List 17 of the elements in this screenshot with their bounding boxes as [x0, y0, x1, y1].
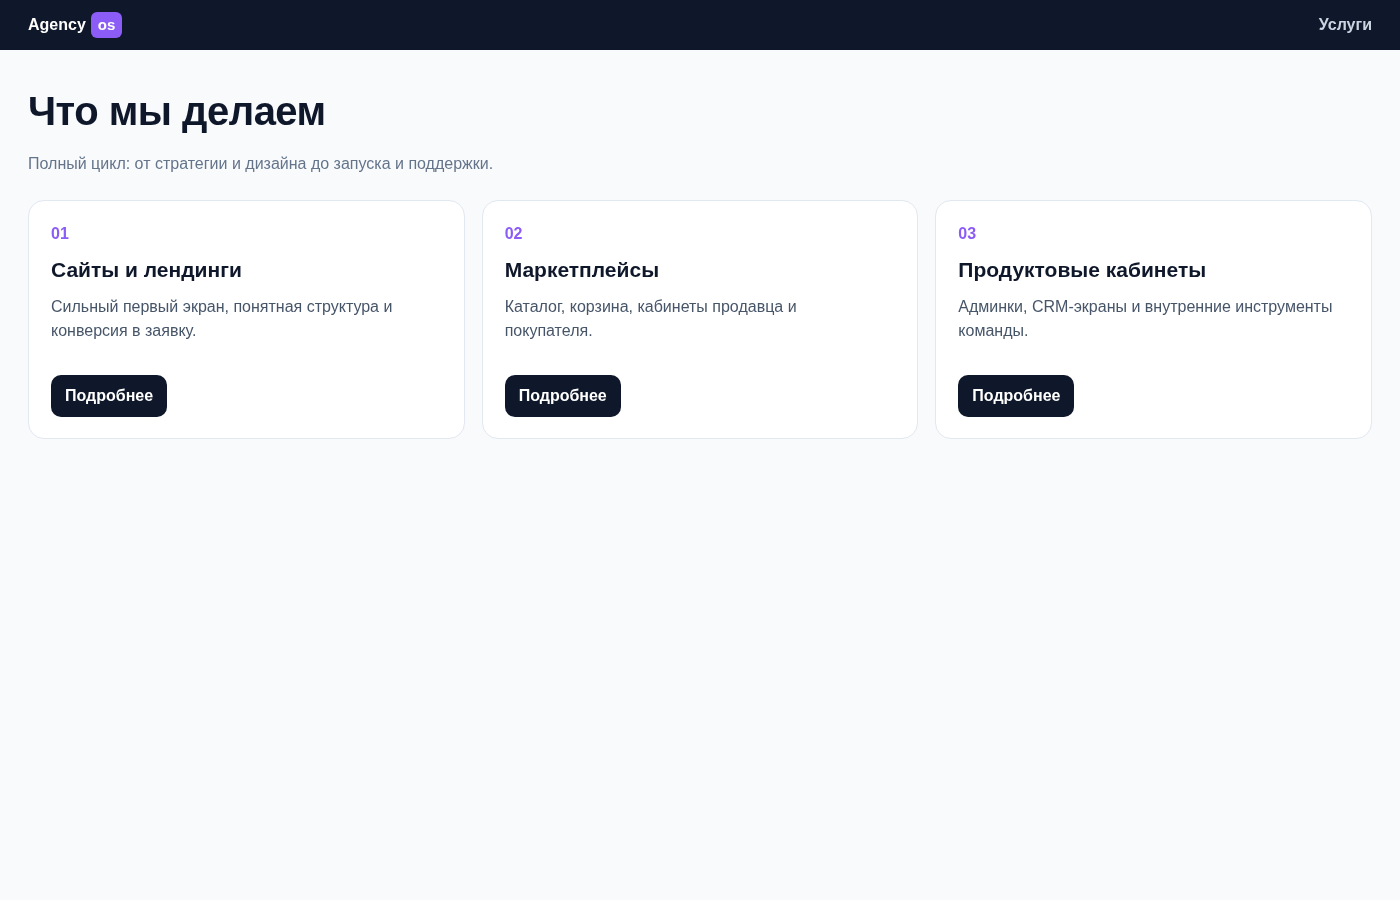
- details-button[interactable]: Подробнее: [958, 375, 1075, 417]
- card-number: 03: [958, 224, 978, 244]
- card-title: Продуктовые кабинеты: [958, 257, 1208, 283]
- page-title: Что мы делаем: [28, 88, 327, 135]
- card-title: Маркетплейсы: [504, 257, 661, 283]
- details-button[interactable]: Подробнее: [51, 375, 168, 417]
- card-number: 02: [504, 224, 524, 244]
- card-description: Сильный первый экран, понятная структура и конверсия в заявку.: [51, 297, 394, 341]
- details-button[interactable]: Подробнее: [504, 375, 621, 417]
- card-number: 01: [51, 224, 70, 244]
- nav-link[interactable]: Услуги: [1318, 16, 1372, 34]
- logo-badge: os: [90, 12, 123, 38]
- card-description: Каталог, корзина, кабинеты продавца и покупателя.: [504, 297, 798, 341]
- card-description: Админки, CRM-экраны и внутренние инструменты команды.: [958, 297, 1334, 341]
- card-title: Сайты и лендинги: [51, 257, 243, 283]
- logo-text[interactable]: Agency: [28, 16, 86, 34]
- page-subtitle: Полный цикл: от стратегии и дизайна до запуска и поддержки.: [28, 154, 495, 174]
